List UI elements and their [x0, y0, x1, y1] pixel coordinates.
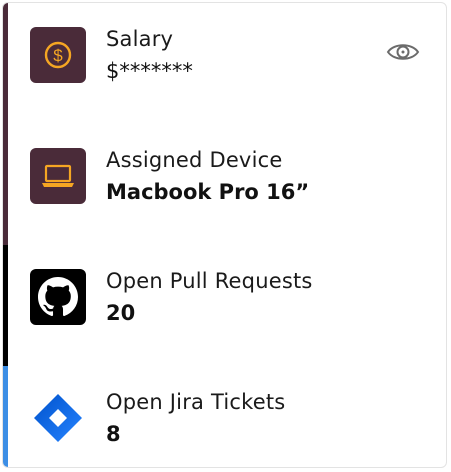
svg-text:$: $	[53, 46, 63, 65]
pull-requests-accent-bar	[3, 245, 8, 366]
laptop-icon	[30, 148, 86, 204]
employee-info-card: $ Salary $******* Assigned Device Macboo…	[2, 2, 447, 468]
github-icon	[30, 269, 86, 325]
pull-requests-row: Open Pull Requests 20	[3, 245, 446, 366]
device-accent-bar	[3, 124, 8, 245]
jira-accent-bar	[3, 366, 8, 467]
salary-label: Salary	[106, 27, 174, 51]
dollar-icon: $	[30, 27, 86, 83]
jira-value: 8	[106, 422, 121, 446]
salary-accent-bar	[3, 3, 8, 124]
jira-tickets-row: Open Jira Tickets 8	[3, 366, 446, 467]
device-value: Macbook Pro 16”	[106, 180, 310, 204]
salary-row: $ Salary $*******	[3, 3, 446, 124]
pull-requests-value: 20	[106, 301, 136, 325]
jira-label: Open Jira Tickets	[106, 390, 286, 414]
jira-icon	[30, 390, 86, 446]
eye-icon[interactable]	[386, 39, 420, 65]
device-label: Assigned Device	[106, 148, 283, 172]
pull-requests-label: Open Pull Requests	[106, 269, 313, 293]
salary-value: $*******	[106, 59, 193, 83]
assigned-device-row: Assigned Device Macbook Pro 16”	[3, 124, 446, 245]
